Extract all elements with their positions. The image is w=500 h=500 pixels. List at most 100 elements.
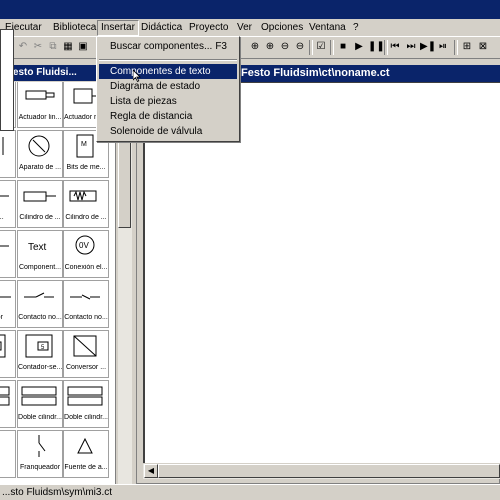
menu-ventana[interactable]: Ventana <box>306 21 349 35</box>
library-component-label: Cilindro de ... <box>65 214 107 221</box>
step-icon[interactable]: ⏭ <box>404 40 418 54</box>
menu-item-diagrama-de-estado[interactable]: Diagrama de estado <box>99 79 237 94</box>
library-component-tile[interactable]: Franqueador <box>17 430 63 478</box>
menu-item-label: Regla de distancia <box>110 111 193 122</box>
library-component-label: ...da ... <box>0 214 4 221</box>
tool-icon[interactable]: ⊞ <box>460 40 474 54</box>
library-component-tile[interactable]: Actuador lin... <box>17 82 63 128</box>
status-text: ...sto Fluidsm\sym\mi3.ct <box>2 487 113 498</box>
contact-nc-icon <box>70 294 100 300</box>
library-component-tile[interactable]: Fuente de a... <box>63 430 109 478</box>
library-component-tile[interactable]: Cilindro de ... <box>17 180 63 228</box>
zoom-fit-icon[interactable]: ⊕ <box>248 40 262 54</box>
svg-text:M: M <box>81 141 87 148</box>
library-component-tile[interactable]: ...da ... <box>0 180 16 228</box>
menu-item-label: Solenoide de válvula <box>110 126 203 137</box>
library-window-title[interactable]: \Festo Fluidsi... <box>0 65 108 81</box>
run-to-icon[interactable]: ⏯ <box>436 40 450 54</box>
library-component-label: Contacto no... <box>64 314 108 321</box>
undo-icon[interactable]: ↶ <box>16 40 30 54</box>
cut-icon[interactable]: ✂ <box>31 40 45 54</box>
menu-separator <box>99 59 237 61</box>
tool-icon[interactable]: ⊠ <box>476 40 490 54</box>
contact-no-icon <box>24 292 54 298</box>
library-component-tile[interactable]: 5 <box>0 330 16 378</box>
library-component-tile[interactable]: ...ador <box>0 280 16 328</box>
library-component-tile[interactable]: Text Component... <box>17 230 63 278</box>
menu-item-shortcut: F3 <box>215 41 227 52</box>
library-component-tile[interactable]: Conversor ... <box>63 330 109 378</box>
library-component-label: Actuador lin... <box>18 114 62 121</box>
scroll-left-icon[interactable]: ◀ <box>144 464 158 478</box>
application-title-bar <box>0 0 500 19</box>
menu-item-buscar-componentes[interactable]: Buscar componentes... F3 <box>99 39 237 54</box>
menu-proyecto[interactable]: Proyecto <box>186 21 231 35</box>
library-component-tile[interactable]: 5 Contador-se... <box>17 330 63 378</box>
copy-icon[interactable]: ⧉ <box>46 40 60 54</box>
library-component-tile[interactable]: Aparato de ... <box>17 130 63 178</box>
insertar-dropdown-menu: Buscar componentes... F3 Componentes de … <box>96 36 240 142</box>
reset-icon[interactable]: ⏮ <box>388 40 402 54</box>
document-window-title[interactable]: Festo Fluidsim\ct\noname.ct <box>239 65 500 82</box>
library-component-tile[interactable]: 0V Conexión el... <box>63 230 109 278</box>
paste-icon[interactable]: ▦ <box>61 40 75 54</box>
switch-icon <box>38 435 46 457</box>
menu-help[interactable]: ? <box>350 21 362 35</box>
menu-item-label: Buscar componentes... <box>110 41 213 52</box>
menu-opciones[interactable]: Opciones <box>258 21 306 35</box>
mouse-pointer-icon <box>133 70 141 82</box>
svg-text:Text: Text <box>28 242 47 253</box>
electric-connection-icon: 0V <box>75 235 95 255</box>
gauge-icon <box>28 135 50 157</box>
cylinder-icon <box>0 195 9 197</box>
library-component-tile[interactable]: Doble cilindr... <box>63 380 109 428</box>
library-component-tile[interactable]: Contacto no... <box>63 280 109 328</box>
library-component-tile[interactable]: Doble cilindr... <box>17 380 63 428</box>
horizontal-scrollbar-thumb[interactable] <box>158 464 500 478</box>
play-icon[interactable]: ▶ <box>352 40 366 54</box>
pause-icon[interactable]: ❚❚ <box>368 40 385 54</box>
library-component-tile[interactable] <box>0 130 16 178</box>
library-component-tile[interactable]: Cilindro de ... <box>63 180 109 228</box>
menu-ver[interactable]: Ver <box>234 21 255 35</box>
sensor-icon <box>2 137 4 155</box>
stop-icon[interactable]: ■ <box>336 40 350 54</box>
zoom-previous-icon[interactable]: ⊖ <box>293 40 307 54</box>
cylinder-icon <box>23 191 56 202</box>
menu-item-componentes-de-texto[interactable]: Componentes de texto <box>99 64 237 79</box>
svg-text:0V: 0V <box>79 241 89 250</box>
menu-item-label: Lista de piezas <box>110 96 177 107</box>
library-component-tile[interactable]: ...a <box>0 430 16 478</box>
library-component-label: Conexión el... <box>64 264 108 271</box>
library-component-tile[interactable] <box>0 380 16 428</box>
zoom-in-icon[interactable]: ⊕ <box>263 40 277 54</box>
menu-biblioteca[interactable]: Biblioteca <box>50 21 99 35</box>
library-component-tile[interactable]: Contacto no... <box>17 280 63 328</box>
menu-item-lista-de-piezas[interactable]: Lista de piezas <box>99 94 237 109</box>
library-component-label: Aparato de ... <box>18 164 62 171</box>
menu-insertar[interactable]: Insertar <box>97 20 139 36</box>
menu-item-solenoide-de-valvula[interactable]: Solenoide de válvula <box>99 124 237 139</box>
toolbar-separator <box>454 40 458 55</box>
converter-icon <box>73 335 97 357</box>
menu-didactica[interactable]: Didáctica <box>138 21 185 35</box>
library-component-label: Conversor ... <box>65 364 107 371</box>
step-forward-icon[interactable]: ▶❚ <box>420 40 436 54</box>
check-icon[interactable]: ☑ <box>314 40 328 54</box>
library-component-label: ...al <box>0 264 15 271</box>
grid-icon[interactable]: ▣ <box>76 40 90 54</box>
menu-item-regla-de-distancia[interactable]: Regla de distancia <box>99 109 237 124</box>
toolbar-separator <box>330 40 334 55</box>
partial-popup-window <box>0 29 14 131</box>
menubar: Ejecutar Biblioteca Insertar Didáctica P… <box>0 19 500 37</box>
cylinder-spring-icon <box>69 190 97 202</box>
toolbar: ↶ ✂ ⧉ ▦ ▣ ⊕ ⊕ ⊖ ⊖ ☑ ■ ▶ ❚❚ ⏮ ⏭ ▶❚ ⏯ ⊞ ⊠ <box>0 37 500 59</box>
library-component-label: ...ador <box>0 314 3 321</box>
library-component-grid: Actuador lin... Actuador rot... Aparato de… <box>0 82 116 484</box>
library-component-tile[interactable]: ...al <box>0 230 16 278</box>
contact-icon <box>0 296 11 298</box>
double-cylinder-icon <box>21 386 57 406</box>
zoom-out-icon[interactable]: ⊖ <box>278 40 292 54</box>
library-component-label: Contacto no... <box>18 314 62 321</box>
menu-item-label: Diagrama de estado <box>110 81 201 92</box>
